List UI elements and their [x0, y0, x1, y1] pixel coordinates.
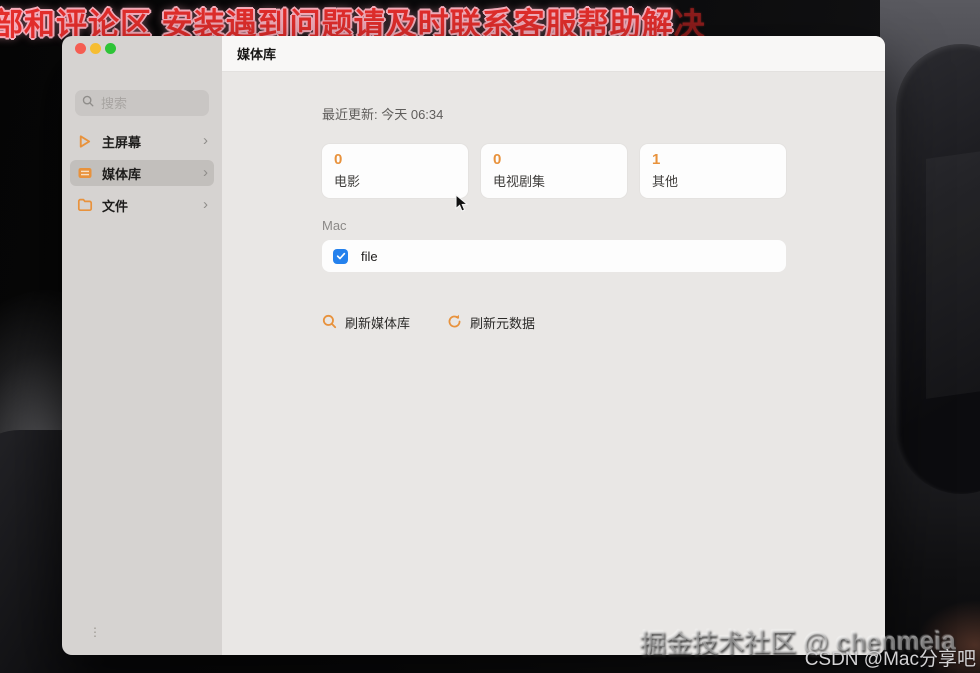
window-titlebar[interactable]: 媒体库 [222, 36, 885, 72]
minimize-button[interactable] [90, 43, 101, 54]
chevron-right-icon: › [203, 133, 208, 150]
media-library-icon [76, 165, 93, 182]
sidebar-item-media-library[interactable]: 媒体库 › [70, 160, 214, 186]
stat-value: 0 [334, 151, 456, 168]
home-screen-icon [76, 133, 93, 150]
action-label: 刷新元数据 [470, 313, 535, 332]
stat-value: 1 [652, 151, 774, 168]
last-updated-text: 最近更新: 今天 06:34 [322, 104, 786, 123]
chevron-right-icon: › [203, 197, 208, 214]
background-device-shape [896, 44, 980, 494]
traffic-lights [75, 43, 116, 54]
app-window: 主屏幕 › 媒体库 › 文件 › ⋮ [62, 36, 885, 655]
actions-row: 刷新媒体库 刷新元数据 [322, 313, 786, 332]
stat-card-tv-series[interactable]: 0 电视剧集 [481, 144, 627, 198]
stat-card-movies[interactable]: 0 电影 [322, 144, 468, 198]
sidebar-item-home-screen[interactable]: 主屏幕 › [70, 128, 214, 154]
sidebar: 主屏幕 › 媒体库 › 文件 › ⋮ [62, 36, 222, 655]
refresh-metadata-icon [447, 314, 462, 332]
sidebar-item-label: 文件 [102, 196, 203, 215]
stat-card-other[interactable]: 1 其他 [640, 144, 786, 198]
stat-label: 电影 [334, 171, 456, 190]
main-pane: 媒体库 最近更新: 今天 06:34 0 电影 0 电视剧集 1 其他 [222, 36, 885, 655]
refresh-metadata-button[interactable]: 刷新元数据 [447, 313, 535, 332]
sidebar-item-label: 媒体库 [102, 164, 203, 183]
search-input[interactable] [99, 95, 202, 112]
chevron-right-icon: › [203, 165, 208, 182]
background-device-glyph [926, 149, 980, 399]
refresh-library-icon [322, 314, 337, 332]
search-field[interactable] [75, 90, 209, 116]
file-checkbox[interactable] [333, 249, 348, 264]
zoom-button[interactable] [105, 43, 116, 54]
page-title: 媒体库 [237, 44, 276, 63]
source-row-label: file [361, 249, 378, 264]
content-area: 最近更新: 今天 06:34 0 电影 0 电视剧集 1 其他 Ma [222, 72, 885, 655]
section-label-mac: Mac [322, 218, 786, 233]
action-label: 刷新媒体库 [345, 313, 410, 332]
files-icon [76, 197, 93, 214]
sidebar-overflow-ellipsis[interactable]: ⋮ [89, 625, 101, 639]
refresh-library-button[interactable]: 刷新媒体库 [322, 313, 410, 332]
stat-value: 0 [493, 151, 615, 168]
sidebar-nav: 主屏幕 › 媒体库 › 文件 › [70, 128, 214, 224]
stat-label: 电视剧集 [493, 171, 615, 190]
search-icon [82, 94, 99, 112]
sidebar-item-files[interactable]: 文件 › [70, 192, 214, 218]
source-row-file[interactable]: file [322, 240, 786, 272]
checkbox-checked-icon [336, 251, 346, 261]
stats-row: 0 电影 0 电视剧集 1 其他 [322, 144, 786, 198]
close-button[interactable] [75, 43, 86, 54]
sidebar-item-label: 主屏幕 [102, 132, 203, 151]
stat-label: 其他 [652, 171, 774, 190]
screenshot-stage: 部和评论区 安装遇到问题请及时联系客服帮助解决 主屏 [0, 0, 980, 673]
watermark-secondary: CSDN @Mac分享吧 [805, 644, 976, 671]
